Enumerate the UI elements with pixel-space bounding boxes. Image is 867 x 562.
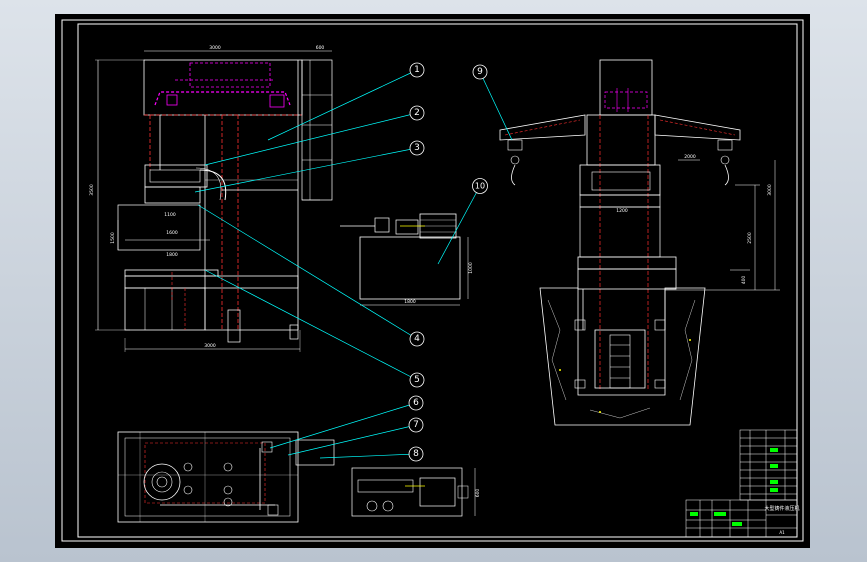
- balloon-3[interactable]: 3: [409, 140, 425, 156]
- balloon-10-label: 10: [475, 182, 485, 191]
- balloon-7-label: 7: [413, 420, 419, 430]
- leader-lines: [194, 69, 513, 459]
- balloon-5[interactable]: 5: [409, 372, 425, 388]
- svg-text:2000: 2000: [684, 154, 696, 160]
- svg-text:1100: 1100: [164, 212, 176, 218]
- balloon-3-label: 3: [414, 143, 420, 153]
- svg-text:1500: 1500: [110, 232, 116, 244]
- sheet-size-label: A1: [779, 530, 785, 535]
- plan-view: [117, 431, 335, 523]
- balloon-4[interactable]: 4: [409, 331, 425, 347]
- balloon-1[interactable]: 1: [409, 62, 425, 78]
- balloon-6-label: 6: [413, 398, 419, 408]
- balloon-9[interactable]: 9: [472, 64, 488, 80]
- balloon-5-label: 5: [414, 375, 420, 385]
- cad-viewport[interactable]: 3000 600 3500 3000 1100 1600 1800 1500 1…: [0, 0, 867, 562]
- svg-text:1200: 1200: [616, 208, 628, 214]
- svg-text:600: 600: [316, 45, 325, 51]
- svg-text:1800: 1800: [404, 299, 416, 305]
- balloon-1-label: 1: [414, 65, 420, 75]
- inner-border: [77, 23, 798, 538]
- outer-border: [61, 19, 804, 542]
- side-view: 2000 2500 3000 400 1200: [499, 59, 780, 426]
- balloon-8[interactable]: 8: [408, 446, 424, 462]
- balloon-10[interactable]: 10: [472, 178, 488, 194]
- drawing-canvas: 3000 600 3500 3000 1100 1600 1800 1500 1…: [61, 19, 804, 542]
- balloon-4-label: 4: [414, 334, 420, 344]
- parts-list-table: [739, 429, 798, 501]
- svg-text:400: 400: [741, 276, 747, 285]
- svg-text:3000: 3000: [767, 184, 773, 196]
- pump-unit-view: 1800 1000: [340, 213, 474, 306]
- svg-text:600: 600: [475, 489, 481, 498]
- svg-text:1800: 1800: [166, 252, 178, 258]
- svg-text:2500: 2500: [747, 232, 753, 244]
- svg-text:3000: 3000: [209, 45, 221, 51]
- front-view: 3000 600 3500 3000 1100 1600 1800 1500: [89, 45, 333, 352]
- balloon-2[interactable]: 2: [409, 105, 425, 121]
- balloons: 1 2 3 4 5 6 7 8 9 10: [408, 62, 488, 462]
- svg-text:3000: 3000: [204, 343, 216, 349]
- svg-text:1600: 1600: [166, 230, 178, 236]
- drawing-sheet: 3000 600 3500 3000 1100 1600 1800 1500 1…: [55, 14, 810, 548]
- balloon-8-label: 8: [413, 449, 419, 459]
- drawing-title: 大型铸件液压机: [764, 505, 799, 512]
- balloon-7[interactable]: 7: [408, 417, 424, 433]
- svg-text:1000: 1000: [468, 262, 474, 274]
- balloon-2-label: 2: [414, 108, 420, 118]
- balloon-9-label: 9: [477, 67, 483, 77]
- balloon-6[interactable]: 6: [408, 395, 424, 411]
- valve-block-view: 600: [351, 467, 481, 517]
- svg-text:3500: 3500: [89, 184, 95, 196]
